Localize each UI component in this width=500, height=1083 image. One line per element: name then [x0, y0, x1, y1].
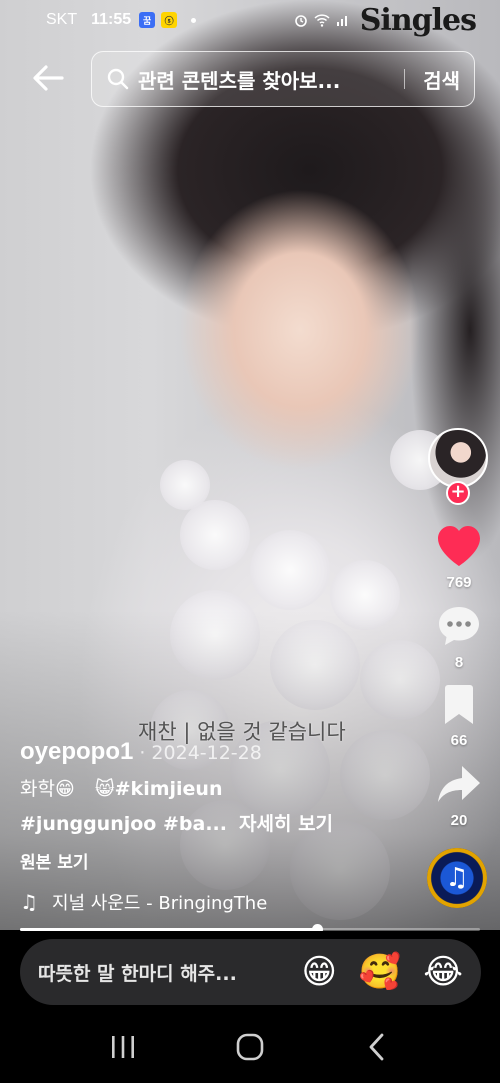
- caption-line-2: #junggunjoo #ba... 자세히 보기: [20, 809, 420, 836]
- comment-bar: 따뜻한 말 한마디 해주... 😁 🥰 😂: [0, 931, 500, 1011]
- comment-input[interactable]: 따뜻한 말 한마디 해주... 😁 🥰 😂: [20, 939, 481, 1005]
- bookmark-count: 66: [450, 732, 468, 749]
- recents-button[interactable]: [98, 1027, 148, 1067]
- app-notification-icon: 꿈: [139, 12, 156, 28]
- see-more-link[interactable]: 자세히 보기: [239, 813, 333, 835]
- nav-back-button[interactable]: [352, 1027, 402, 1067]
- author-username[interactable]: oyepopo1: [20, 738, 133, 766]
- carrier-label: SKT: [46, 11, 78, 28]
- recents-icon: [112, 1036, 135, 1058]
- search-icon: [107, 68, 129, 90]
- view-original-link[interactable]: 원본 보기: [20, 848, 420, 873]
- emoji-grin-button[interactable]: 😁: [301, 955, 336, 989]
- nav-back-icon: [369, 1033, 384, 1061]
- bookmark-button[interactable]: 66: [429, 684, 489, 749]
- share-button[interactable]: 20: [429, 762, 489, 829]
- home-button[interactable]: [225, 1027, 275, 1067]
- sound-title: 지널 사운드 - BringingThe: [51, 893, 268, 914]
- creator-avatar[interactable]: [428, 428, 488, 488]
- comment-placeholder[interactable]: 따뜻한 말 한마디 해주...: [38, 959, 279, 986]
- clock: 11:55: [91, 11, 132, 28]
- search-input[interactable]: 관련 콘텐츠를 찾아보...: [138, 65, 394, 94]
- comment-button[interactable]: 8: [429, 604, 489, 671]
- caption-line-1: 화학😁 😸#kimjieun: [20, 774, 420, 801]
- more-notifications-dot: [191, 17, 197, 23]
- status-bar: SKT 11:55 꿈 ⓢ Singles: [0, 0, 500, 40]
- share-icon: [438, 766, 480, 802]
- emoji-laugh-button[interactable]: 😂: [423, 955, 463, 989]
- signal-icon: [336, 16, 347, 26]
- emoji-hearts-button[interactable]: 🥰: [359, 955, 401, 989]
- search-divider: [403, 69, 406, 89]
- caption-text: 화학😁: [20, 778, 75, 800]
- bookmark-icon: [445, 685, 473, 724]
- comment-count: 8: [454, 654, 464, 671]
- alarm-icon: [294, 15, 307, 27]
- share-count: 20: [450, 812, 468, 829]
- music-disc-button[interactable]: ♫: [427, 848, 487, 908]
- music-note-icon-small: ♫: [20, 890, 38, 914]
- sound-link[interactable]: ♫ 지널 사운드 - BringingThe: [20, 889, 420, 915]
- comment-icon: [439, 607, 479, 645]
- wifi-icon: [314, 14, 330, 27]
- back-arrow-icon: [33, 65, 64, 91]
- search-bar[interactable]: 관련 콘텐츠를 찾아보... 검색: [91, 51, 475, 107]
- music-note-icon: ♫: [445, 863, 469, 893]
- post-date: · 2024-12-28: [139, 742, 262, 764]
- brand-logo: Singles: [359, 2, 477, 38]
- app-notification-icon-2: ⓢ: [161, 12, 178, 28]
- hashtag-link-2[interactable]: #junggunjoo #ba...: [20, 813, 227, 835]
- search-button[interactable]: 검색: [423, 65, 460, 94]
- hashtag-link[interactable]: 😸#kimjieun: [95, 778, 223, 800]
- like-count: 769: [446, 574, 472, 591]
- like-button[interactable]: 769: [429, 524, 489, 591]
- follow-button[interactable]: +: [446, 481, 470, 505]
- system-nav-bar: [0, 1011, 500, 1083]
- heart-icon: [438, 526, 480, 566]
- video-caption: oyepopo1 · 2024-12-28 화학😁 😸#kimjieun #ju…: [20, 738, 420, 915]
- back-button[interactable]: [28, 58, 68, 98]
- home-icon: [236, 1033, 264, 1061]
